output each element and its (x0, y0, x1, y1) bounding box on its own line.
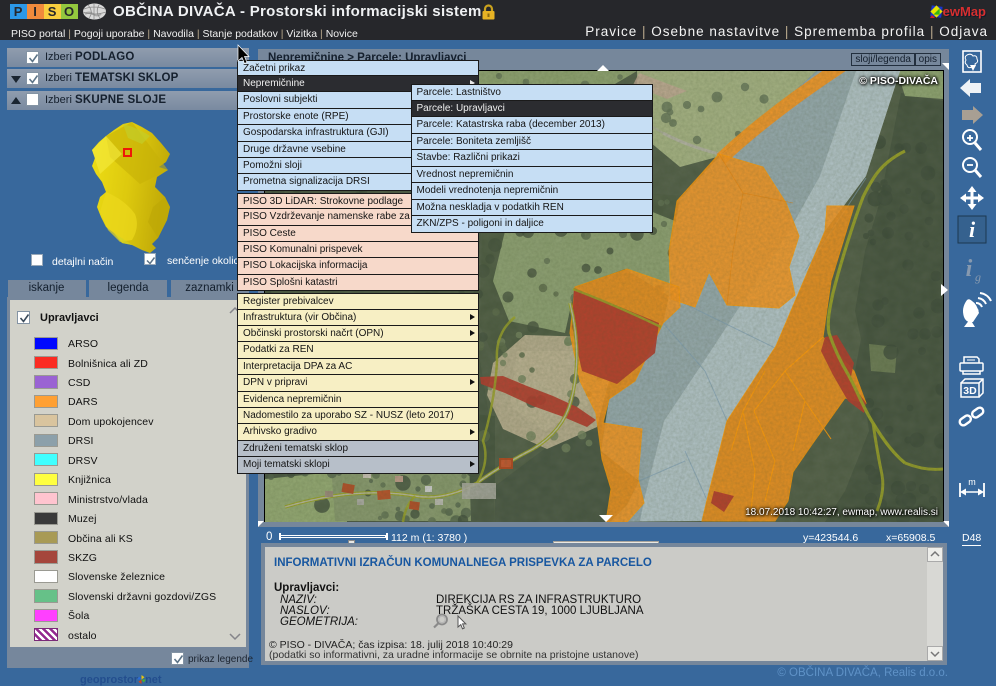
svg-text:i: i (966, 256, 973, 282)
svg-text:3D: 3D (963, 385, 977, 397)
svg-text:m: m (968, 477, 976, 487)
svg-text:g: g (975, 270, 981, 284)
svg-text:i: i (969, 217, 976, 242)
